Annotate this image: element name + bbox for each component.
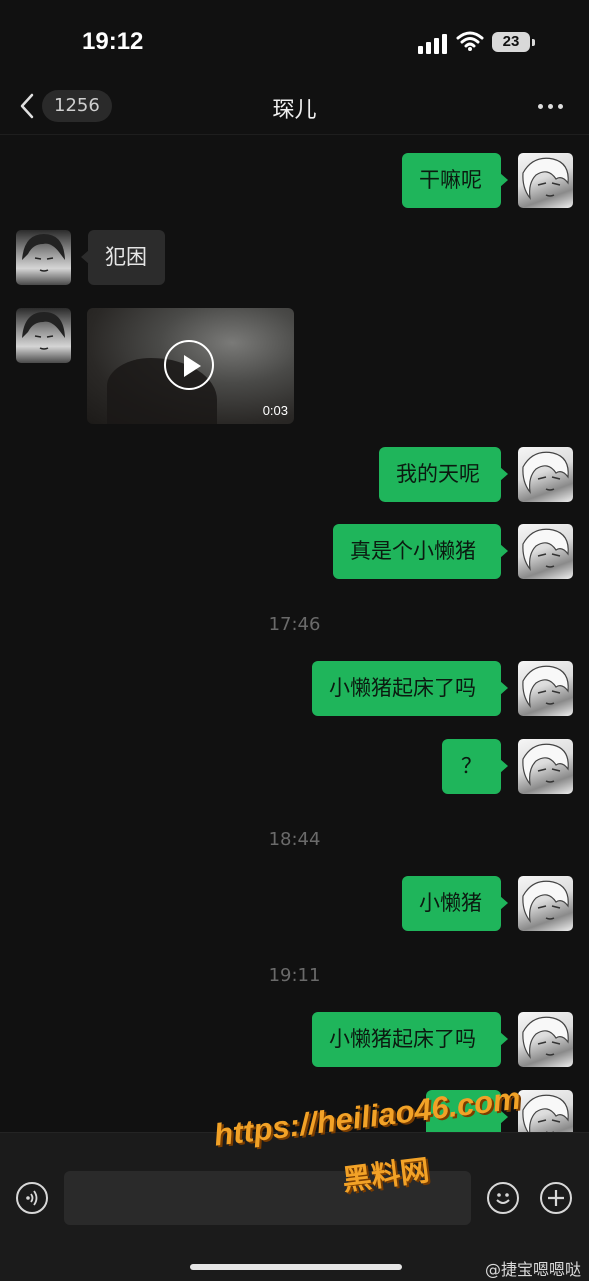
my-avatar[interactable] xyxy=(518,1012,573,1067)
chat-title: 琛儿 xyxy=(272,98,317,123)
add-attachment-icon[interactable] xyxy=(540,1182,572,1214)
my-avatar[interactable] xyxy=(518,876,573,931)
contact-avatar[interactable] xyxy=(16,230,71,285)
message-bubble-outgoing[interactable]: 干嘛呢 xyxy=(402,153,508,208)
video-message[interactable]: 0:03 xyxy=(87,308,294,424)
home-indicator[interactable] xyxy=(190,1264,402,1270)
message-bubble-outgoing[interactable]: 真是个小懒猪 xyxy=(333,524,508,579)
voice-input-icon[interactable] xyxy=(16,1182,48,1214)
video-duration: 0:03 xyxy=(262,403,288,418)
chat-header: 1256 琛儿 xyxy=(0,80,589,135)
message-timestamp: 17:46 xyxy=(268,614,321,635)
battery-icon: 23 xyxy=(492,32,535,52)
play-icon[interactable] xyxy=(164,340,214,390)
my-avatar[interactable] xyxy=(518,153,573,208)
my-avatar[interactable] xyxy=(518,739,573,794)
message-bubble-outgoing[interactable]: ？ xyxy=(442,739,508,794)
message-bubble-incoming[interactable]: 犯困 xyxy=(81,230,165,285)
my-avatar[interactable] xyxy=(518,661,573,716)
message-bubble-outgoing[interactable]: 我的天呢 xyxy=(379,447,508,502)
emoji-icon[interactable] xyxy=(487,1182,519,1214)
message-bubble-outgoing[interactable]: 小懒猪起床了吗 xyxy=(312,1012,508,1067)
message-timestamp: 19:11 xyxy=(268,965,321,986)
message-bubble-outgoing[interactable]: 小懒猪 xyxy=(402,876,508,931)
more-options-icon[interactable] xyxy=(536,96,566,116)
message-bubble-outgoing[interactable]: 小懒猪起床了吗 xyxy=(312,661,508,716)
status-bar: 19:12 23 xyxy=(0,0,589,80)
weibo-credit: @捷宝嗯嗯哒 xyxy=(484,1260,581,1279)
contact-avatar[interactable] xyxy=(16,308,71,363)
wifi-icon xyxy=(456,31,484,51)
status-time: 19:12 xyxy=(82,28,144,55)
message-timestamp: 18:44 xyxy=(268,829,321,850)
cellular-signal-icon xyxy=(418,32,448,54)
my-avatar[interactable] xyxy=(518,447,573,502)
my-avatar[interactable] xyxy=(518,524,573,579)
